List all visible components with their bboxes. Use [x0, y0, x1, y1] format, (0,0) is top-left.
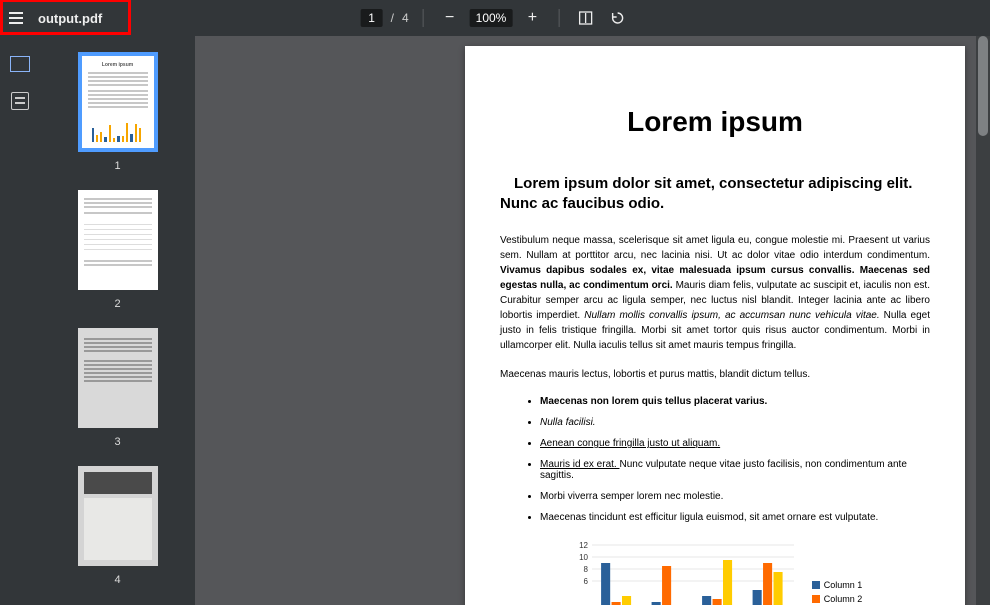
thumbnail-label: 1 — [114, 160, 120, 172]
rotate-icon — [609, 10, 625, 26]
thumbnail-label: 2 — [114, 298, 120, 310]
pager-zoom-controls: 1 / 4 − 100% + — [361, 6, 630, 30]
scrollbar-handle[interactable] — [978, 36, 988, 136]
thumbnail-page-4[interactable] — [78, 466, 158, 566]
hamburger-icon — [9, 17, 23, 19]
thumbnail-label: 3 — [114, 436, 120, 448]
doc-title: Lorem ipsum — [500, 106, 930, 138]
fit-page-icon — [577, 10, 593, 26]
list-item: Aenean congue fringilla justo ut aliquam… — [540, 438, 930, 449]
svg-text:12: 12 — [579, 541, 588, 550]
list-item: Mauris id ex erat. Nunc vulputate neque … — [540, 459, 930, 481]
chart-legend: Column 1Column 2Column 3 — [812, 578, 863, 605]
legend-item: Column 1 — [812, 578, 863, 592]
thumbnails-panel[interactable]: Lorem ipsum 1 — [40, 36, 195, 605]
list-item: Morbi viverra semper lorem nec molestie. — [540, 491, 930, 502]
pdf-page-1: Lorem ipsum Lorem ipsum dolor sit amet, … — [465, 46, 965, 605]
bullet-list: Maecenas non lorem quis tellus placerat … — [500, 396, 930, 523]
thumbnails-view-button[interactable] — [10, 56, 30, 72]
fit-to-page-button[interactable] — [573, 6, 597, 30]
plus-icon: + — [528, 9, 537, 27]
thumbnail-page-3[interactable] — [78, 328, 158, 428]
zoom-level[interactable]: 100% — [470, 9, 513, 27]
side-toolbar — [0, 36, 40, 605]
zoom-in-button[interactable]: + — [520, 6, 544, 30]
legend-item: Column 2 — [812, 592, 863, 605]
thumbnail-page-1[interactable]: Lorem ipsum — [78, 52, 158, 152]
legend-swatch — [812, 581, 820, 589]
doc-subtitle: Lorem ipsum dolor sit amet, consectetur … — [500, 174, 930, 213]
legend-label: Column 2 — [824, 592, 863, 605]
total-pages: 4 — [402, 11, 409, 25]
legend-swatch — [812, 595, 820, 603]
page-sep: / — [391, 11, 394, 25]
divider — [423, 9, 424, 27]
svg-text:10: 10 — [579, 553, 588, 562]
minus-icon: − — [445, 9, 454, 27]
svg-text:6: 6 — [583, 577, 588, 586]
filename-label: output.pdf — [38, 11, 102, 26]
paragraph-1: Vestibulum neque massa, scelerisque sit … — [500, 233, 930, 353]
current-page-input[interactable]: 1 — [361, 9, 383, 27]
zoom-out-button[interactable]: − — [438, 6, 462, 30]
legend-label: Column 1 — [824, 578, 863, 592]
thumbnail-page-2[interactable] — [78, 190, 158, 290]
thumbnails-icon — [10, 56, 30, 72]
chart-area: 6 8 10 12 Column 1Column 2Column 3 — [500, 541, 930, 605]
paragraph-2: Maecenas mauris lectus, lobortis et puru… — [500, 367, 930, 382]
document-viewport[interactable]: Lorem ipsum Lorem ipsum dolor sit amet, … — [195, 36, 990, 605]
rotate-button[interactable] — [605, 6, 629, 30]
thumbnail-label: 4 — [114, 574, 120, 586]
outline-view-button[interactable] — [11, 92, 29, 110]
menu-button[interactable] — [0, 0, 32, 36]
outline-icon — [11, 92, 29, 110]
pdf-viewer-header: output.pdf 1 / 4 − 100% + — [0, 0, 990, 36]
svg-text:8: 8 — [583, 565, 588, 574]
vertical-scrollbar[interactable] — [976, 36, 990, 605]
divider — [558, 9, 559, 27]
bar-chart: 6 8 10 12 — [568, 541, 798, 605]
list-item: Maecenas tincidunt est efficitur ligula … — [540, 512, 930, 523]
list-item: Nulla facilisi. — [540, 417, 930, 428]
list-item: Maecenas non lorem quis tellus placerat … — [540, 396, 930, 407]
